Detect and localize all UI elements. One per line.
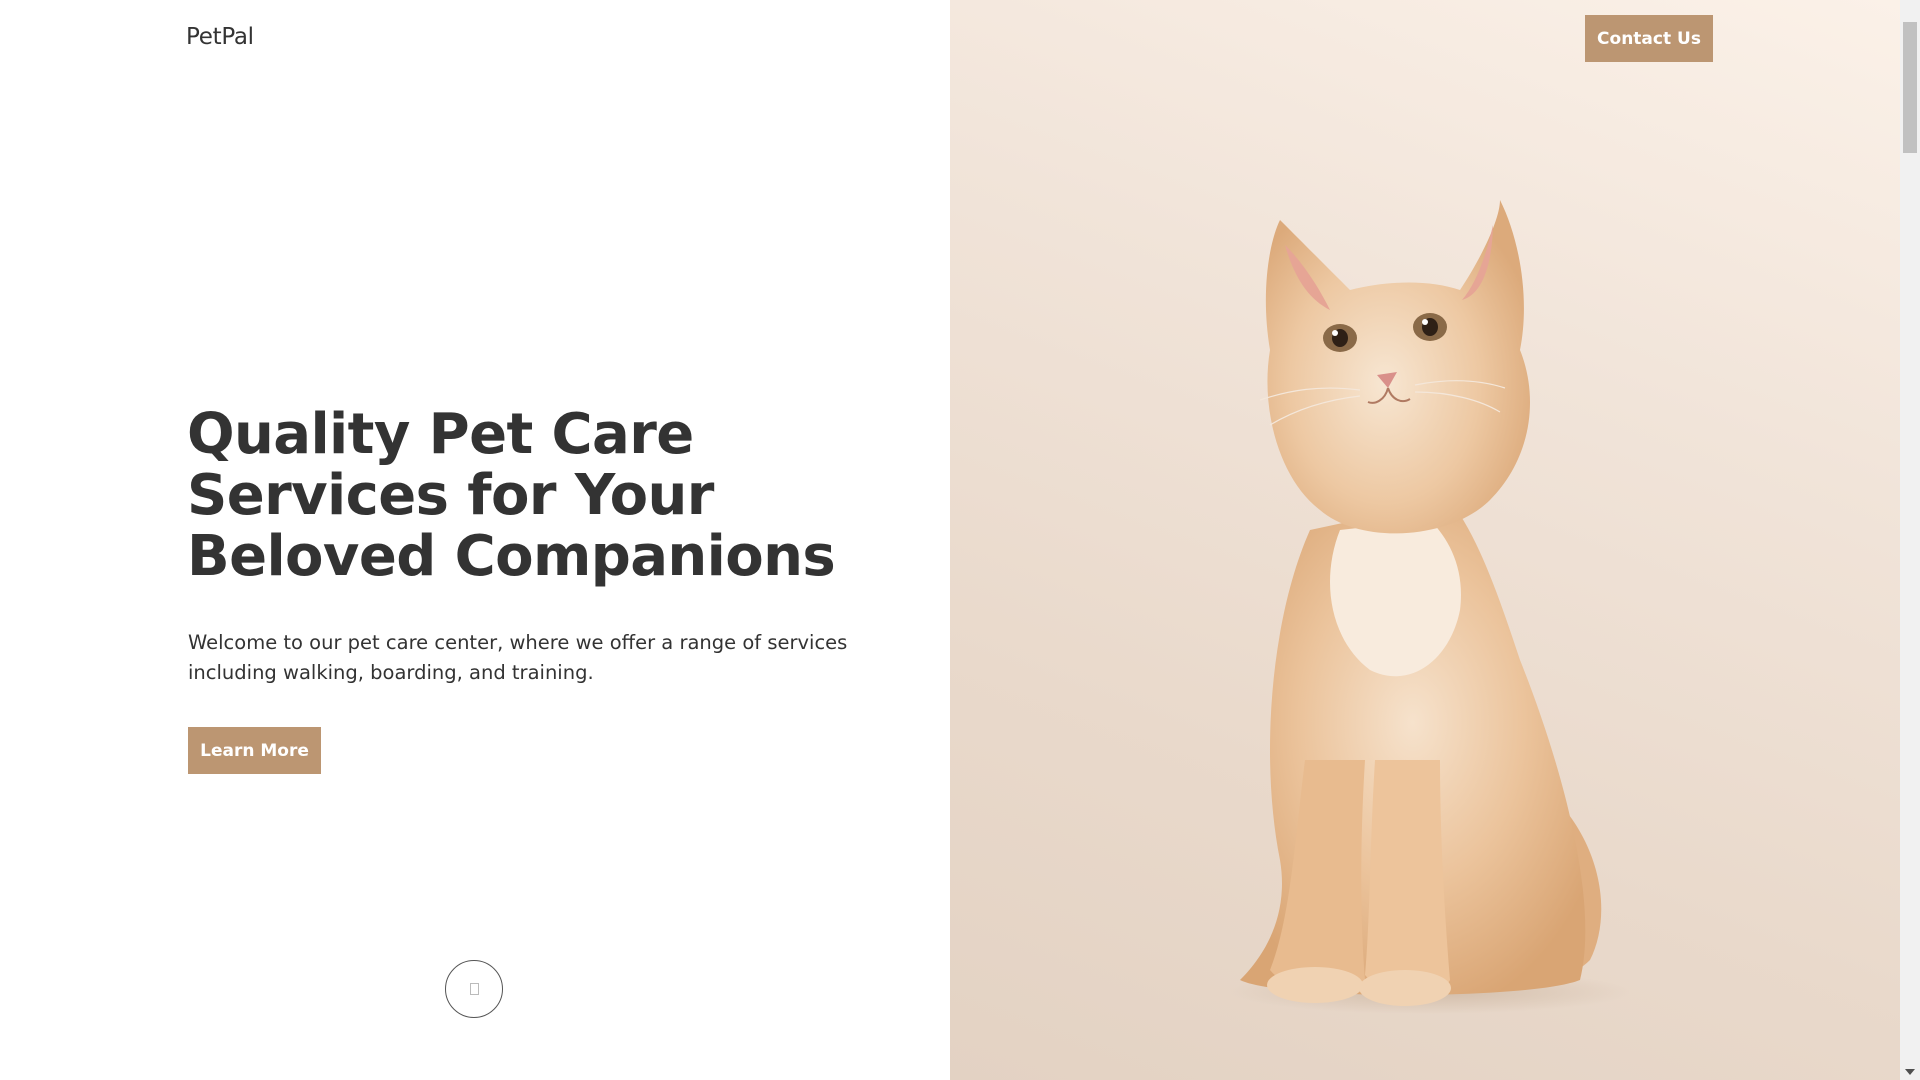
page-scrollbar[interactable] [1900,0,1920,1080]
hero-title: Quality Pet Care Services for Your Belov… [187,402,836,589]
page: PetPal Quality Pet Care Services for You… [0,0,1920,1080]
scrollbar-thumb[interactable] [1903,22,1917,153]
scroll-down-button[interactable] [445,960,503,1018]
brand-logo[interactable]: PetPal [186,24,254,50]
hero-description: Welcome to our pet care center, where we… [188,631,848,684]
hero-content: PetPal Quality Pet Care Services for You… [0,0,950,1080]
contact-us-button[interactable]: Contact Us [1585,15,1713,62]
scroll-arrow-down-icon[interactable] [1905,1069,1915,1075]
learn-more-button[interactable]: Learn More [188,727,321,774]
scroll-down-icon [469,983,479,995]
kitten-image [1230,200,1630,1014]
hero-image-panel: Contact Us [950,0,1900,1080]
